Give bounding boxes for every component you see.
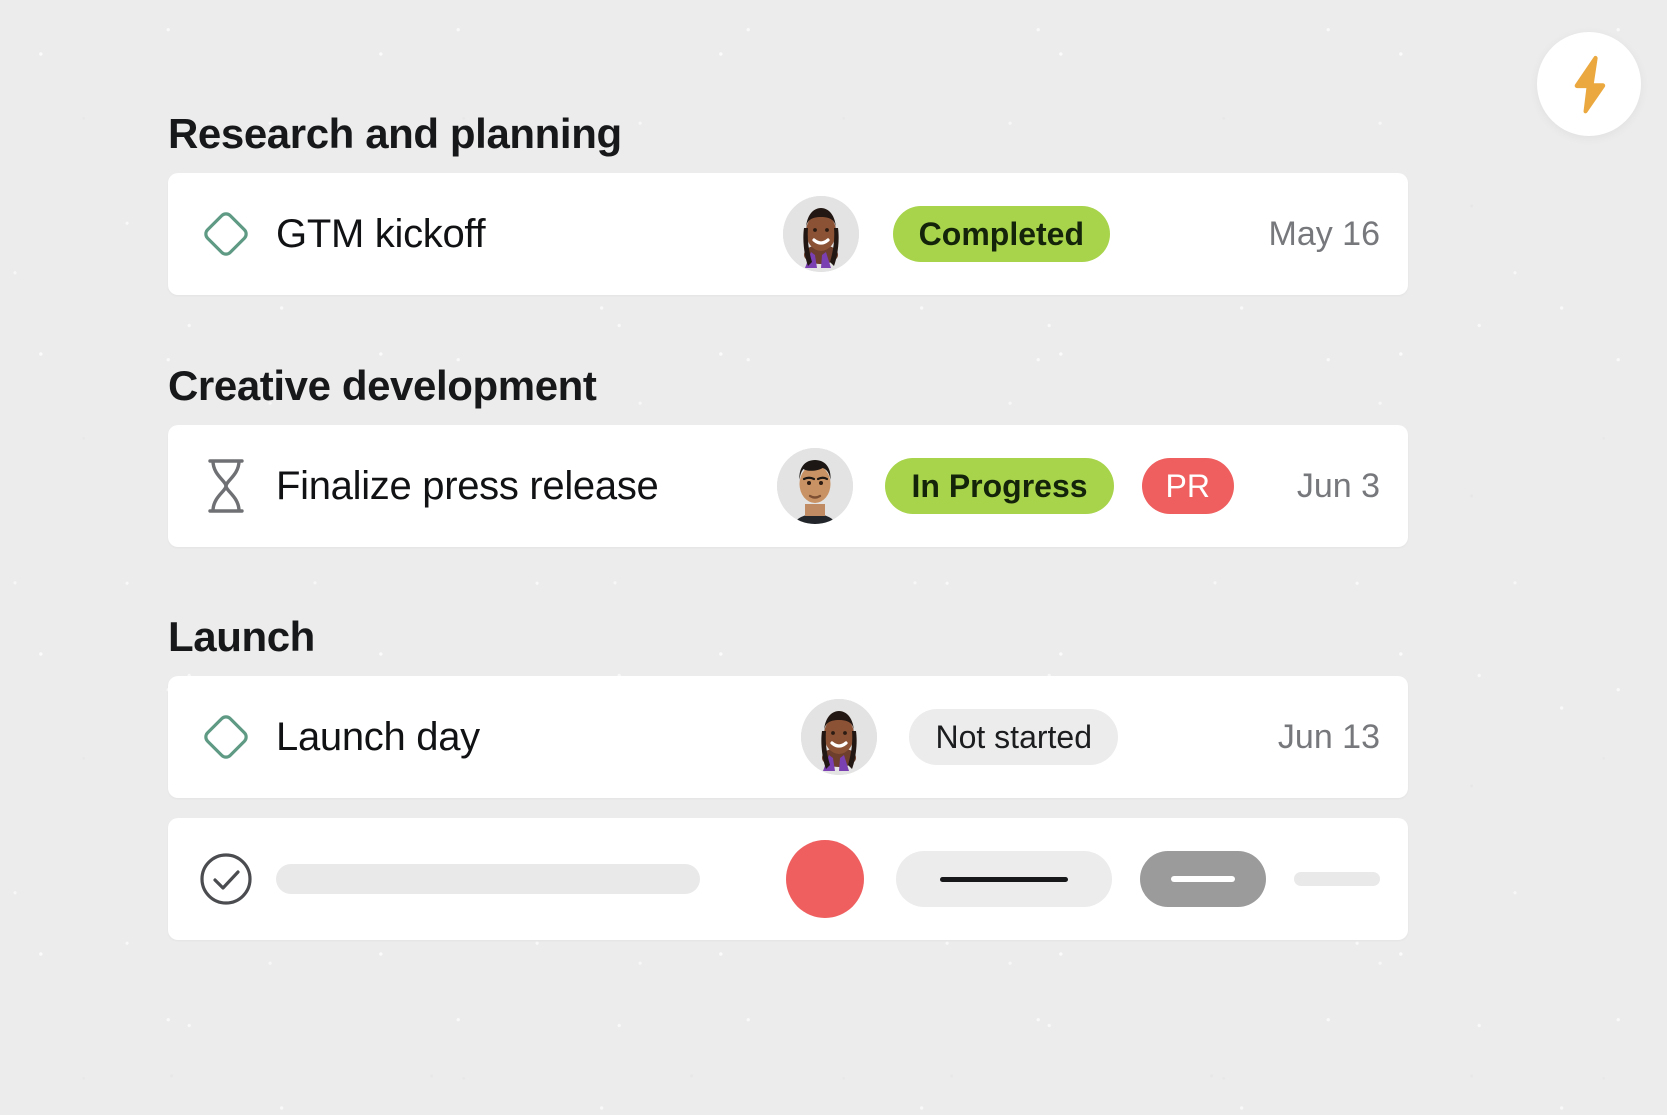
status-badge[interactable]: In Progress <box>885 458 1114 514</box>
placeholder-title-bar <box>276 864 700 894</box>
placeholder-date-bar <box>1294 872 1380 886</box>
section-title-research-and-planning: Research and planning <box>168 113 622 155</box>
task-row[interactable]: Launch day Not started Jun 13 <box>168 676 1408 798</box>
placeholder-row[interactable] <box>168 818 1408 940</box>
placeholder-avatar[interactable] <box>786 840 864 918</box>
placeholder-status-badge[interactable] <box>896 851 1112 907</box>
task-title: Launch day <box>276 714 480 759</box>
app-canvas: Research and planning GTM kickoff Comple… <box>0 0 1667 1115</box>
due-date: May 16 <box>1268 214 1381 253</box>
section-title-launch: Launch <box>168 616 315 658</box>
tag-badge[interactable]: PR <box>1141 458 1234 514</box>
lightning-bolt-icon <box>1566 54 1612 114</box>
section-title-creative-development: Creative development <box>168 365 597 407</box>
lightning-bolt-badge[interactable] <box>1537 32 1641 136</box>
group-title: Creative development <box>168 362 597 409</box>
task-title: GTM kickoff <box>276 211 486 256</box>
task-title: Finalize press release <box>276 463 659 508</box>
avatar[interactable] <box>782 196 859 272</box>
diamond-outline-icon[interactable] <box>198 711 254 763</box>
hourglass-icon[interactable] <box>198 457 254 515</box>
group-title: Research and planning <box>168 110 622 157</box>
placeholder-tag-line <box>1171 876 1235 882</box>
diamond-outline-icon[interactable] <box>198 208 254 260</box>
due-date: Jun 3 <box>1296 466 1380 505</box>
check-circle-icon[interactable] <box>198 851 254 907</box>
avatar[interactable] <box>801 699 878 775</box>
task-row[interactable]: GTM kickoff Completed May 16 <box>168 173 1408 295</box>
background-texture <box>0 0 1667 1115</box>
due-date: Jun 13 <box>1277 717 1380 756</box>
group-title: Launch <box>168 613 315 660</box>
placeholder-tag-badge[interactable] <box>1140 851 1266 907</box>
task-row[interactable]: Finalize press release In Progress PR Ju… <box>168 425 1408 547</box>
avatar[interactable] <box>777 448 854 524</box>
status-badge[interactable]: Completed <box>892 206 1110 262</box>
status-badge[interactable]: Not started <box>909 709 1118 765</box>
placeholder-status-line <box>940 876 1068 882</box>
